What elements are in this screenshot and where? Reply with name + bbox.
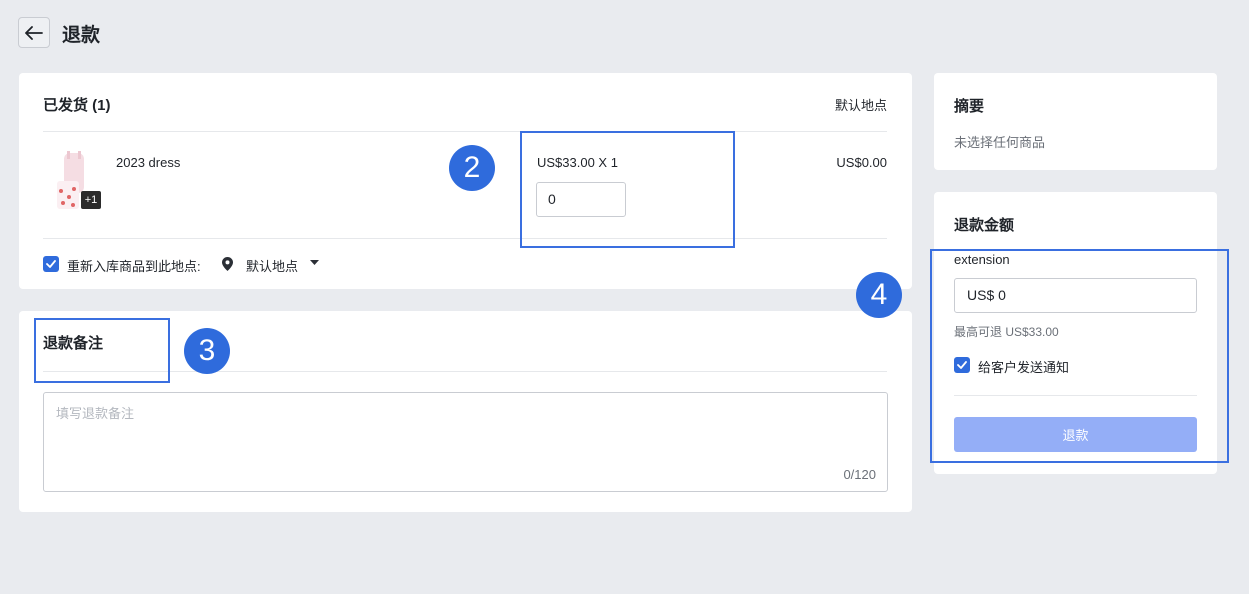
highlight-box-note-title [34,318,170,383]
shipped-location: 默认地点 [834,98,887,113]
restock-location-select[interactable]: 默认地点 [246,256,298,275]
caret-down-icon[interactable] [310,260,319,266]
summary-empty-text: 未选择任何商品 [954,135,1046,150]
refund-note-textarea[interactable]: 填写退款备注 0/120 [43,392,888,492]
step-badge-2: 2 [449,145,495,191]
page-title: 退款 [62,25,101,46]
restock-label: 重新入库商品到此地点: [67,259,201,274]
note-placeholder: 填写退款备注 [56,406,135,421]
back-button[interactable] [18,17,50,48]
summary-card: 摘要 未选择任何商品 [934,73,1217,170]
shipped-title: 已发货 (1) [43,97,111,114]
restock-checkbox[interactable] [43,256,59,272]
divider [43,238,887,239]
highlight-box-refund-amount [930,249,1229,463]
product-name: 2023 dress [116,155,181,170]
more-images-badge: +1 [81,191,101,209]
divider [43,131,887,132]
check-icon [46,260,56,268]
character-counter: 0/120 [843,467,876,482]
summary-title: 摘要 [954,98,985,115]
highlight-box-quantity [520,131,735,248]
location-pin-icon [222,257,233,271]
step-badge-4: 4 [856,272,902,318]
line-total: US$0.00 [836,155,887,170]
arrow-left-icon [25,25,43,40]
refund-title: 退款金额 [954,217,1015,234]
step-badge-3: 3 [184,328,230,374]
